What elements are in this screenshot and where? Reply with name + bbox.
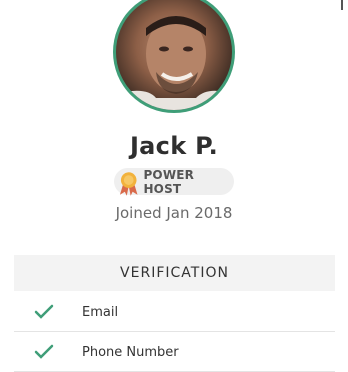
profile-photo	[116, 0, 232, 110]
check-icon	[34, 344, 54, 359]
joined-date: Joined Jan 2018	[115, 204, 233, 222]
host-name: Jack P.	[129, 132, 219, 160]
verification-item-label: Phone Number	[82, 344, 179, 360]
power-host-badge: POWER HOST	[114, 167, 234, 196]
scroll-indicator[interactable]	[341, 0, 343, 10]
verification-item-label: Email	[82, 304, 119, 320]
badge-label: POWER HOST	[143, 167, 195, 196]
check-icon	[34, 304, 54, 319]
verification-title: VERIFICATION	[120, 265, 229, 281]
verification-header: VERIFICATION	[14, 255, 335, 291]
verification-item-phone: Phone Number	[14, 333, 335, 372]
award-ribbon-icon	[119, 171, 138, 196]
avatar[interactable]	[113, 0, 235, 113]
verification-item-email: Email	[14, 293, 335, 332]
profile-photo-illustration	[116, 16, 232, 110]
